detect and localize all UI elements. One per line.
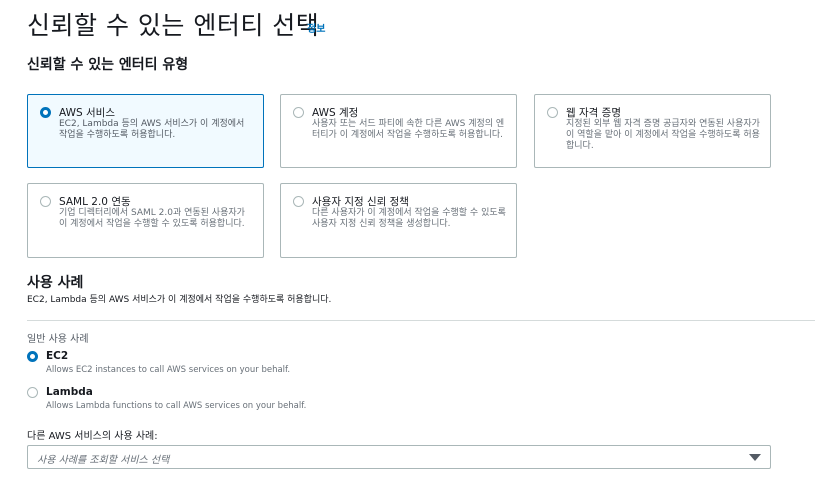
- service-select[interactable]: 사용 사례를 조회할 서비스 선택: [27, 445, 771, 469]
- entity-tile-title: AWS 계정: [312, 107, 359, 119]
- radio-unselected-icon[interactable]: [293, 107, 304, 118]
- entity-tile-custom-trust-policy[interactable]: 사용자 지정 신뢰 정책 다른 사용자가 이 계정에서 작업을 수행할 수 있도…: [280, 183, 517, 258]
- entity-tile-title: SAML 2.0 연동: [59, 196, 131, 208]
- use-case-option-ec2[interactable]: EC2 Allows EC2 instances to call AWS ser…: [27, 350, 327, 378]
- use-case-heading: 사용 사례: [27, 275, 84, 291]
- radio-unselected-icon[interactable]: [27, 387, 38, 398]
- caret-down-icon: [749, 454, 761, 461]
- use-case-option-description: Allows Lambda functions to call AWS serv…: [46, 401, 307, 411]
- entity-tile-description: 사용자 또는 서드 파티에 속한 다른 AWS 계정의 엔터티가 이 계정에서 …: [312, 119, 505, 140]
- entity-tile-description: EC2, Lambda 등의 AWS 서비스가 이 계정에서 작업을 수행하도록…: [59, 119, 245, 140]
- radio-unselected-icon[interactable]: [293, 196, 304, 207]
- entity-type-heading: 신뢰할 수 있는 엔터티 유형: [27, 57, 189, 73]
- radio-unselected-icon[interactable]: [547, 107, 558, 118]
- info-link[interactable]: 정보: [307, 20, 325, 35]
- use-case-option-title: EC2: [46, 350, 69, 362]
- entity-tile-aws-service[interactable]: AWS 서비스 EC2, Lambda 등의 AWS 서비스가 이 계정에서 작…: [27, 94, 264, 168]
- radio-selected-icon[interactable]: [27, 351, 38, 362]
- radio-selected-icon[interactable]: [40, 107, 51, 118]
- entity-tile-description: 기업 디렉터리에서 SAML 2.0과 연동된 사용자가 이 계정에서 작업을 …: [59, 208, 245, 229]
- entity-tile-description: 다른 사용자가 이 계정에서 작업을 수행할 수 있도록 사용자 지정 신뢰 정…: [312, 208, 506, 229]
- entity-tile-title: AWS 서비스: [59, 107, 115, 119]
- radio-unselected-icon[interactable]: [40, 196, 51, 207]
- common-use-cases-label: 일반 사용 사례: [27, 334, 89, 345]
- page-title: 신뢰할 수 있는 엔터티 선택: [27, 11, 320, 40]
- entity-tile-web-identity[interactable]: 웹 자격 증명 지정된 외부 웹 자격 증명 공급자와 연동된 사용자가 이 역…: [534, 94, 771, 168]
- entity-tile-aws-account[interactable]: AWS 계정 사용자 또는 서드 파티에 속한 다른 AWS 계정의 엔터티가 …: [280, 94, 517, 168]
- entity-tile-saml[interactable]: SAML 2.0 연동 기업 디렉터리에서 SAML 2.0과 연동된 사용자가…: [27, 183, 264, 258]
- service-select-placeholder: 사용 사례를 조회할 서비스 선택: [37, 455, 170, 466]
- use-case-option-description: Allows EC2 instances to call AWS service…: [46, 365, 291, 375]
- use-case-description: EC2, Lambda 등의 AWS 서비스가 이 계정에서 작업을 수행하도록…: [27, 295, 332, 305]
- other-service-label: 다른 AWS 서비스의 사용 사례:: [27, 431, 158, 442]
- use-case-option-lambda[interactable]: Lambda Allows Lambda functions to call A…: [27, 386, 327, 414]
- use-case-option-title: Lambda: [46, 386, 93, 398]
- entity-tile-description: 지정된 외부 웹 자격 증명 공급자와 연동된 사용자가 이 역할을 맡아 이 …: [566, 119, 760, 151]
- entity-tile-title: 사용자 지정 신뢰 정책: [312, 196, 409, 208]
- entity-tile-title: 웹 자격 증명: [566, 107, 621, 119]
- divider: [27, 320, 815, 321]
